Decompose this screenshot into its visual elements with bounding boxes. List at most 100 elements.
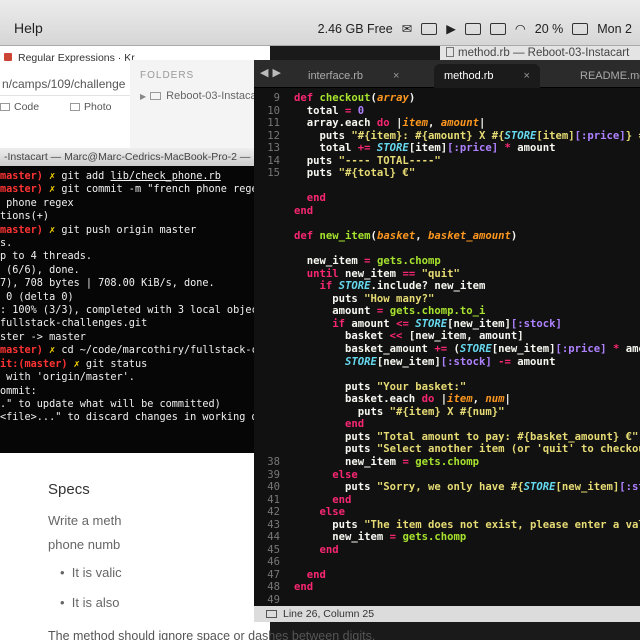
envelope-icon[interactable]: ✉ [402,21,412,36]
code-line: 11 array.each do |item, amount| [254,117,485,129]
terminal-line: fullstack-challenges.git [0,318,148,330]
folder-icon [150,92,162,100]
line-number: 48 [267,581,280,594]
clock-label[interactable]: Mon 2 [597,22,632,36]
terminal-line: p to 4 threads. [0,251,93,263]
code-line: amount = gets.chomp.to_i [294,305,486,318]
code-line: puts "Your basket:" [294,380,467,393]
play-icon[interactable]: ▶ [446,21,456,36]
line-number: 39 [267,468,280,481]
terminal-line: <file>..." to discard changes in working… [0,412,313,424]
code-line: 38 new_item = gets.chomp [254,456,479,468]
code-line: if amount <= STORE[new_item][:stock] [294,317,562,330]
disclosure-triangle-icon[interactable]: ▶ [140,92,146,101]
close-icon[interactable]: × [524,70,530,82]
terminal-line: s. [0,238,13,250]
line-number: 40 [267,481,280,494]
code-line: puts "#{item} X #{num}" [294,405,505,418]
sidebar-folder-label: Reboot-03-Instaca [166,90,257,102]
code-line: 45 end [254,543,338,556]
help-menu[interactable]: Help [14,20,43,36]
tab-nav-arrows-icon[interactable]: ◀▶ [260,66,285,79]
wifi-icon[interactable]: ◠ [515,21,526,36]
line-number: 41 [267,493,280,506]
status-bar: Line 26, Column 25 [254,606,640,622]
tab-method-rb[interactable]: method.rb × [434,64,540,88]
code-editor[interactable]: ◀▶ interface.rb × method.rb × README.md 9d… [254,60,640,622]
console-icon[interactable] [266,610,277,618]
line-number: 14 [267,154,280,167]
line-number: 49 [267,594,280,606]
line-number: 9 [273,92,280,104]
code-line: 44 new_item = gets.chomp [254,531,466,543]
code-line: puts "Total amount to pay: #{basket_amou… [294,430,639,443]
code-area[interactable]: 9 def checkout(array) 10 total = 0 11 array… [254,88,640,608]
code-line: basket.each do |item, num| [294,393,511,406]
code-line: end [294,204,314,217]
battery-icon[interactable] [572,22,589,35]
terminal-line: : 100% (3/3), completed with 3 local obj… [0,305,277,317]
specs-paragraph: Write a meth phone numb [48,513,122,552]
close-icon[interactable]: × [393,70,399,82]
folder-icon [0,103,10,111]
terminal-window[interactable]: -Instacart — Marc@Marc-Cedrics-MacBook-P… [0,148,319,453]
code-line: 49 [254,594,294,606]
code-line: puts "Select another item (or 'quit' to … [294,443,640,456]
terminal-line: master) ✗ git push origin master [0,224,197,236]
line-number: 45 [267,543,280,556]
code-line: 40 puts "Sorry, we only have #{STORE[new… [254,481,640,493]
bookmark-photo[interactable]: Photo [70,101,125,113]
code-line: 13 total += STORE[item][:price] * amount [254,142,555,154]
code-line: 39 else [254,469,358,481]
line-number: 38 [267,455,280,468]
line-number: 12 [267,129,280,142]
code-line: 46 [254,556,294,568]
favicon-icon [4,53,12,61]
terminal-line: ommit: [0,385,37,397]
cursor-position: Line 26, Column 25 [283,608,375,620]
line-number: 42 [267,506,280,519]
tab-readme-md[interactable]: README.md [570,64,640,88]
terminal-line: tions(+) [0,211,50,223]
terminal-line: 0 (delta 0) [0,291,74,303]
code-line: basket_amount += (STORE[new_item][:price… [294,343,640,355]
airplay-icon[interactable] [464,22,481,35]
challenge-page: Specs Write a meth phone numb • It is va… [0,453,375,640]
bookmark-code[interactable]: Code [0,101,53,113]
terminal-line: phone regex [0,197,74,209]
line-number: 10 [267,104,280,117]
code-line: 14 puts "---- TOTAL----" [254,154,440,167]
list-item: • It is valic [60,565,122,580]
line-number: 15 [267,167,280,180]
line-number: 46 [267,556,280,569]
terminal-line: ." to update what will be committed) [0,398,221,410]
sidebar-folder[interactable]: ▶ Reboot-03-Instaca [140,90,257,102]
line-number: 44 [267,531,280,544]
tab-interface-rb[interactable]: interface.rb × [298,64,409,88]
terminal-line: master) ✗ cd ~/code/marcothiry/fullstack… [0,345,319,357]
code-line: 43 puts "The item does not exist, please… [254,519,640,531]
code-line: end [294,192,326,205]
specs-heading: Specs [48,481,90,498]
code-line: 41 end [254,494,351,506]
line-number: 43 [267,518,280,531]
battery-label[interactable]: 20 % [535,22,564,36]
code-line: until new_item == "quit" [294,267,460,280]
editor-tab-bar: ◀▶ interface.rb × method.rb × README.md [254,60,640,88]
stack-icon[interactable] [421,22,438,35]
terminal-line: master) ✗ git add lib/check_phone.rb [0,171,221,182]
terminal-line: it:(master) ✗ git status [0,358,148,370]
code-line: def new_item(basket, basket_amount) [294,230,518,243]
disk-free-label[interactable]: 2.46 GB Free [318,22,393,36]
browser-tab[interactable]: Regular Expressions · Kr [0,52,135,70]
code-line: 10 total = 0 [254,105,364,117]
code-line: 42 else [254,506,345,518]
folders-heading: FOLDERS [140,70,195,81]
display-icon[interactable] [489,22,506,35]
terminal-output: master) ✗ git add lib/check_phone.rbmast… [0,166,319,425]
code-line: 15 puts "#{total} €" [254,167,415,179]
terminal-line: (6/6), done. [0,264,80,276]
